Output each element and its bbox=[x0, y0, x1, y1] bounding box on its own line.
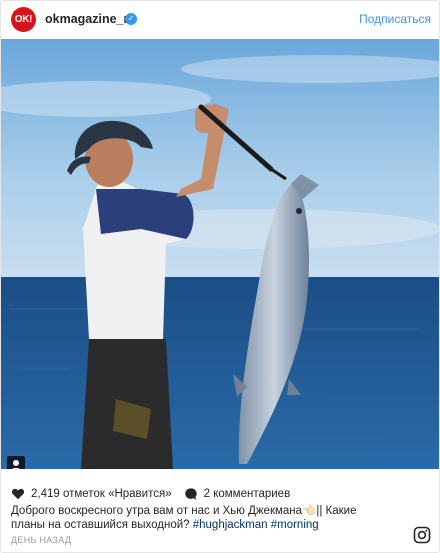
follow-button[interactable]: Подписаться bbox=[359, 12, 431, 26]
avatar-text: OK! bbox=[14, 14, 33, 25]
verified-badge-icon: ✓ bbox=[125, 13, 137, 25]
instagram-icon[interactable] bbox=[413, 526, 431, 544]
user-tag-glyph bbox=[12, 460, 20, 469]
hashtags-link[interactable]: #hughjackman #morning bbox=[193, 519, 319, 531]
post-photo[interactable] bbox=[1, 39, 439, 469]
comment-bubble-icon[interactable] bbox=[184, 487, 198, 501]
avatar[interactable]: OK! bbox=[11, 7, 36, 32]
username-link[interactable]: okmagazine_ru bbox=[45, 12, 136, 26]
user-tag-icon[interactable] bbox=[7, 456, 25, 469]
post-timestamp: ДЕНЬ НАЗАД bbox=[11, 535, 72, 545]
likes-count: 2,419 отметок «Нравится» bbox=[31, 488, 172, 500]
photo-illustration bbox=[1, 39, 439, 469]
post-header: OK! okmagazine_ru ✓ Подписаться bbox=[1, 1, 439, 39]
heart-icon[interactable] bbox=[11, 487, 25, 501]
post-card: OK! okmagazine_ru ✓ Подписаться 2,419 от… bbox=[0, 0, 440, 553]
engagement-row: 2,419 отметок «Нравится» 2 комментариев bbox=[11, 486, 302, 502]
post-caption: Доброго воскресного утра вам от нас и Хь… bbox=[11, 504, 387, 532]
comments-count[interactable]: 2 комментариев bbox=[204, 488, 291, 500]
